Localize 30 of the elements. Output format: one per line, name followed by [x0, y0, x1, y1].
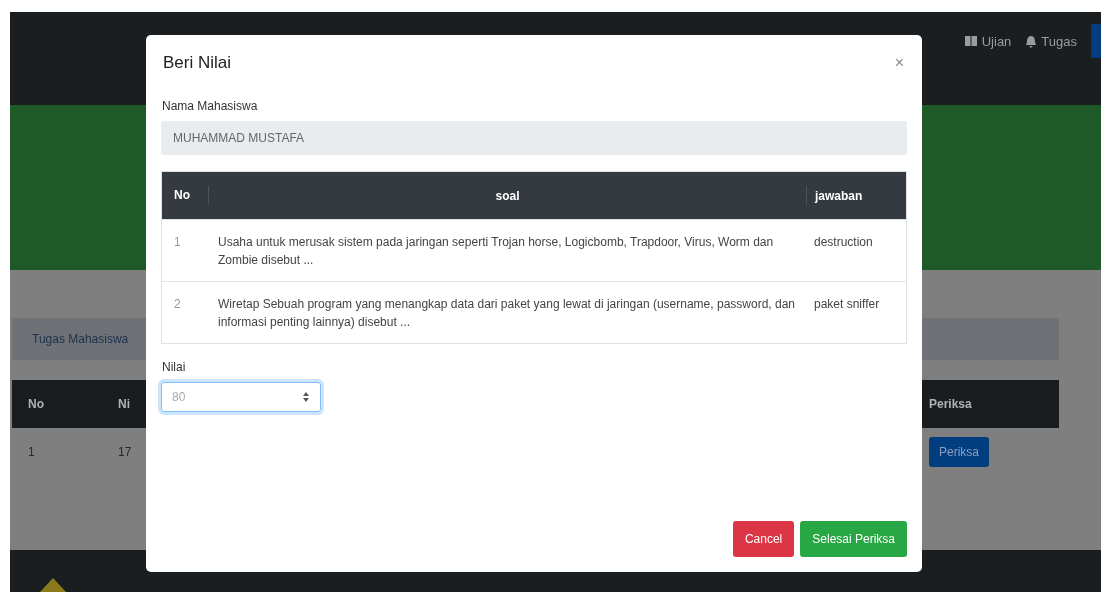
- card-title: Tugas Mahasiswa: [32, 332, 129, 346]
- periksa-button[interactable]: Periksa: [929, 436, 989, 467]
- table-cell-text: 2: [173, 296, 182, 314]
- column-header: jawaban: [806, 186, 906, 206]
- column-header: Periksa: [929, 397, 972, 411]
- column-header: No: [28, 397, 44, 411]
- field-label: Nama Mahasiswa: [162, 99, 258, 113]
- table-cell-text: paket sniffer: [813, 296, 881, 314]
- number-input[interactable]: 80: [161, 381, 321, 412]
- nav-link[interactable]: Ujian: [963, 32, 1012, 50]
- table-cell-text: 1: [173, 234, 182, 252]
- nav-link[interactable]: Tugas: [1025, 32, 1077, 50]
- column-header: No: [173, 187, 191, 204]
- modal-title: Beri Nilai: [163, 53, 232, 73]
- book-icon: [963, 35, 978, 47]
- table-cell: 1: [28, 444, 35, 459]
- action-button[interactable]: Cancel: [732, 521, 795, 557]
- action-button[interactable]: Selesai Periksa: [800, 521, 907, 557]
- table-cell-text: Usaha untuk merusak sistem pada jaringan seperti Trojan horse, Logicbomb, Trapdoor, Virus, Worm dan Zombie disebut ...: [217, 234, 775, 269]
- spinner-icon[interactable]: [302, 390, 310, 403]
- close-button[interactable]: ×: [892, 54, 906, 72]
- logo-icon: [40, 578, 66, 592]
- input-field[interactable]: MUHAMMAD MUSTAFA: [161, 121, 907, 155]
- bell-icon: [1025, 34, 1038, 48]
- table-cell-text: destruction: [813, 234, 874, 252]
- column-header: soal: [208, 186, 806, 206]
- column-header: Ni: [118, 397, 130, 411]
- field-label: Nilai: [162, 359, 186, 374]
- table-cell-text: Wiretap Sebuah program yang menangkap data dari paket yang lewat di jaringan (username, password, dan informasi penting lainnya) disebut ...: [217, 296, 796, 331]
- table-cell: 17: [118, 444, 132, 459]
